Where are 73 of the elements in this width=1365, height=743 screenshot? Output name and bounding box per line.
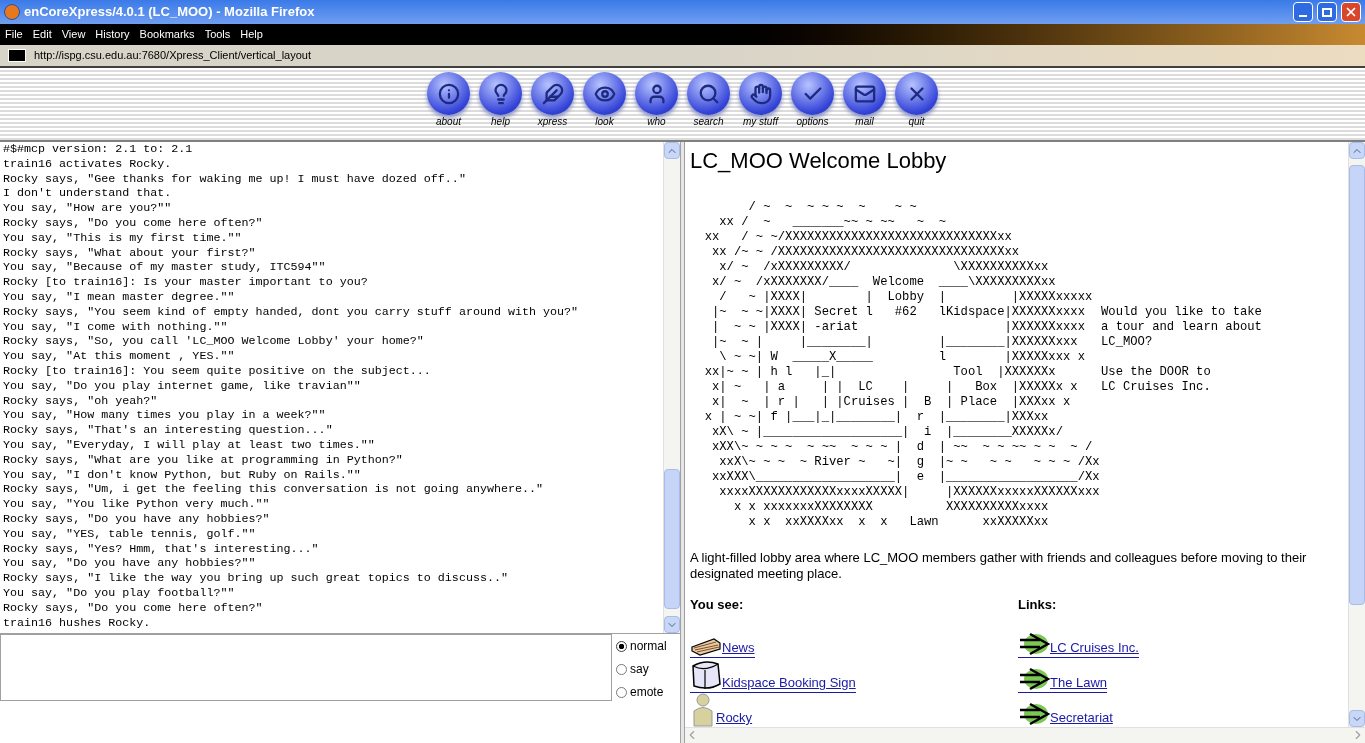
exit-link[interactable]: The Lawn — [1018, 657, 1108, 693]
radio-label[interactable]: say — [630, 660, 649, 678]
minimize-button[interactable] — [1293, 2, 1313, 22]
chat-line: I don't understand that. — [3, 186, 173, 202]
chat-line: You say, "YES, table tennis, golf."" — [3, 526, 257, 542]
chat-line: train16 activates Rocky. — [3, 156, 173, 172]
input-field[interactable] — [0, 634, 612, 701]
chat-line: Rocky says, "Yes? Hmm, that's interesting..." — [3, 541, 320, 557]
chat-line: Rocky says, "That's an interesting question..." — [3, 423, 334, 438]
chat-line: Rocky says, "What about your first?" — [3, 245, 257, 261]
chat-line: You say, "I don't know Python, but Ruby on Rails."" — [3, 467, 362, 483]
menu-item[interactable]: Bookmarks — [139, 26, 195, 43]
chat-line: You say, "Do you play football?"" — [3, 585, 236, 601]
section-heading: Links: — [1018, 596, 1058, 614]
radio-button[interactable] — [616, 686, 627, 698]
chat-line: Rocky says, "Do you come here often?" — [3, 600, 264, 616]
browser-logo-icon — [4, 4, 20, 20]
chat-line: Rocky [to train16]: You seem quite positive on the subject... — [3, 363, 432, 379]
exit-link[interactable]: LC Cruises Inc. — [1018, 622, 1139, 658]
room-title: LC_MOO Welcome Lobby — [690, 147, 948, 175]
radio-label[interactable]: emote — [630, 683, 664, 701]
chat-line: You say, "You like Python very much."" — [3, 497, 271, 512]
close-button[interactable] — [1341, 2, 1361, 22]
chat-line: Rocky says, "What are you like at programming in Python?" — [3, 452, 404, 468]
chat-line: Rocky says, "Do you have any hobbies?" — [3, 511, 271, 527]
chat-line: You say, "Do you have any hobbies?"" — [3, 556, 257, 572]
chat-line: You say, "I mean master degree."" — [3, 289, 236, 305]
window-title: enCoreXpress/4.0.1 (LC_MOO) - Mozilla Firefox — [24, 3, 316, 22]
object-link[interactable]: News — [690, 622, 755, 658]
menu-item[interactable]: File — [5, 26, 23, 43]
chat-line: Rocky says, "I like the way you bring up such great topics to discuss.." — [3, 571, 509, 586]
chat-line: #$#mcp version: 2.1 to: 2.1 — [3, 142, 194, 157]
search-icon — [697, 82, 720, 105]
map-note: Would you like to take a tour and learn about LC_MOO? — [1101, 305, 1262, 350]
chat-line: Rocky says, "Um, i get the feeling this conversation is not going anywhere.." — [3, 482, 545, 498]
chat-line: You say, "This is my first time."" — [3, 230, 243, 246]
chat-line: Rocky says, "You seem kind of empty handed, dont you carry stuff around with you?" — [3, 304, 580, 320]
radio-button[interactable] — [616, 663, 627, 675]
chat-line: You say, "How many times you play in a week?"" — [3, 408, 327, 424]
menu-item[interactable]: Tools — [204, 26, 231, 43]
chat-line: Rocky says, "oh yeah?" — [3, 393, 159, 409]
section-heading: You see: — [690, 596, 745, 614]
site-icon — [8, 49, 26, 62]
radio-label[interactable]: normal — [630, 637, 667, 655]
menu-item[interactable]: History — [95, 26, 130, 43]
radio-button[interactable] — [616, 640, 627, 652]
hand-icon — [749, 82, 772, 105]
chat-line: You say, "Everyday, I will play at least two times."" — [3, 437, 376, 453]
maximize-button[interactable] — [1317, 2, 1337, 22]
chat-line: Rocky [to train16]: Is your master important to you? — [3, 275, 369, 290]
chat-line: Rocky says, "So, you call 'LC_MOO Welcome Lobby' your home?" — [3, 334, 425, 350]
chat-line: You say, "How are you?"" — [3, 201, 173, 216]
feather-icon — [541, 82, 564, 105]
arrow-icon — [1018, 630, 1050, 657]
chat-line: You say, "Because of my master study, ITC594"" — [3, 260, 327, 276]
room-description: A light-filled lobby area where LC_MOO members gather with friends and colleagues before moving to their designated meeting place. — [690, 550, 1308, 582]
person-icon — [690, 692, 716, 727]
menu-item[interactable]: Help — [240, 26, 263, 43]
chat-line: You say, "Do you play internet game, like travian"" — [3, 378, 362, 394]
chat-line: Rocky says, "Do you come here often?" — [3, 216, 264, 231]
info-icon — [437, 82, 460, 105]
chat-line: train16 hushes Rocky. — [3, 615, 152, 631]
chat-line: Rocky says, "Gee thanks for waking me up! I must have dozed off.." — [3, 171, 467, 187]
arrow-icon — [1018, 665, 1050, 692]
close-icon — [1344, 5, 1358, 19]
url-text[interactable]: http://ispg.csu.edu.au:7680/Xpress_Client/vertical_layout — [34, 47, 311, 64]
arrow-icon — [1018, 700, 1050, 727]
menu-item[interactable]: View — [61, 26, 86, 43]
chat-line: You say, "At this moment , YES."" — [3, 349, 236, 364]
chat-line: You say, "I come with nothing."" — [3, 319, 229, 335]
map-note: Use the DOOR to LC Cruises Inc. — [1101, 365, 1212, 395]
object-link[interactable]: Kidspace Booking Sign — [690, 657, 856, 693]
menu-item[interactable]: Edit — [32, 26, 52, 43]
